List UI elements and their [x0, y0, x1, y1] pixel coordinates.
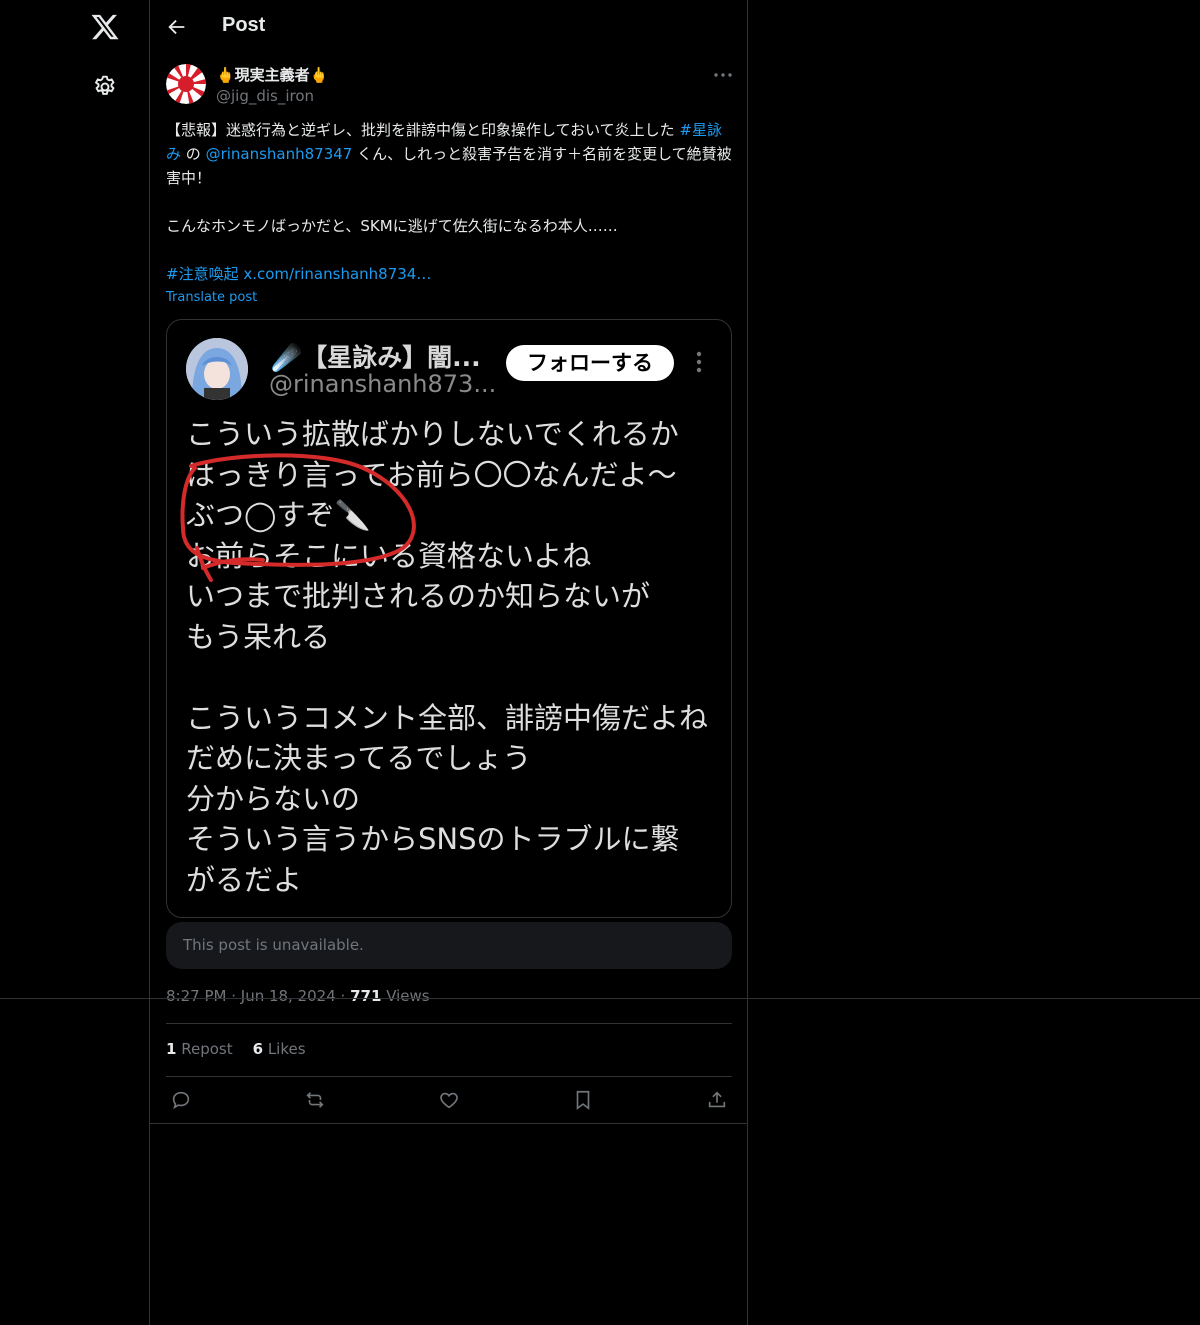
mention-link[interactable]: @rinanshanh87347: [206, 145, 353, 163]
repost-icon[interactable]: [304, 1089, 326, 1111]
sidebar: [0, 0, 149, 1325]
engagement-stats: 1 Repost 6 Likes: [166, 1040, 306, 1058]
hashtag-link-2[interactable]: #注意喚起: [166, 265, 239, 283]
like-icon[interactable]: [438, 1089, 460, 1111]
post-time[interactable]: 8:27 PM: [166, 987, 226, 1005]
media-author-name: ☄️【星詠み】闇...: [271, 343, 481, 372]
media-image[interactable]: ☄️【星詠み】闇... @rinanshanh873... フォローする こうい…: [166, 319, 732, 918]
media-avatar: [186, 338, 248, 400]
reply-icon[interactable]: [170, 1089, 192, 1111]
likes-stat[interactable]: 6 Likes: [253, 1040, 306, 1058]
page-title: Post: [222, 14, 266, 36]
unavailable-quote: This post is unavailable.: [166, 922, 732, 969]
x-logo-icon[interactable]: [90, 12, 120, 42]
media-author-handle: @rinanshanh873...: [269, 370, 497, 398]
bookmark-icon[interactable]: [572, 1089, 594, 1111]
media-more-icon: [696, 351, 702, 373]
overlay-guide-line: [0, 998, 1200, 999]
reposts-stat[interactable]: 1 Repost: [166, 1040, 233, 1058]
gear-icon[interactable]: [92, 74, 118, 100]
post-meta: 8:27 PM · Jun 18, 2024 · 771 Views: [166, 987, 430, 1005]
author-handle[interactable]: @jig_dis_iron: [216, 87, 314, 105]
text-part-2: の: [181, 145, 206, 163]
avatar[interactable]: [166, 64, 206, 104]
text-part-1: 【悲報】迷惑行為と逆ギレ、批判を誹謗中傷と印象操作しておいて炎上した: [166, 121, 680, 139]
views-count: 771: [350, 987, 382, 1005]
more-options-icon[interactable]: [712, 64, 734, 86]
share-icon[interactable]: [706, 1089, 728, 1111]
divider: [166, 1076, 732, 1077]
divider: [150, 1123, 747, 1124]
post-text: 【悲報】迷惑行為と逆ギレ、批判を誹謗中傷と印象操作しておいて炎上した #星詠み …: [166, 118, 732, 286]
media-follow-button: フォローする: [506, 345, 674, 381]
header: Post: [150, 0, 747, 55]
main-column: Post 🖕現実主義者🖕 @jig_dis_iron 【悲報】迷惑行為と逆ギレ、…: [149, 0, 748, 1325]
views-label: Views: [386, 987, 430, 1005]
translate-post-link[interactable]: Translate post: [166, 290, 257, 305]
red-annotation-circle: [180, 453, 416, 582]
divider: [166, 1023, 732, 1024]
author-name[interactable]: 🖕現実主義者🖕: [216, 64, 328, 85]
post-date[interactable]: Jun 18, 2024: [241, 987, 336, 1005]
arrow-left-icon[interactable]: [166, 16, 188, 38]
url-link[interactable]: x.com/rinanshanh8734…: [243, 265, 431, 283]
